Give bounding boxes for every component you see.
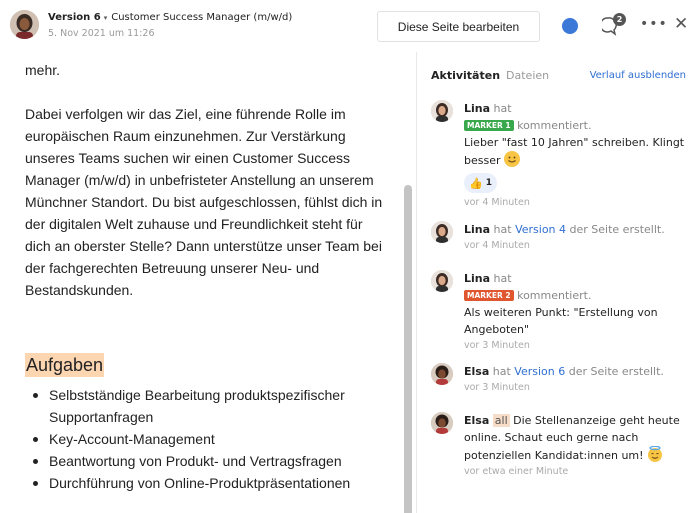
mention-tag[interactable]: all bbox=[492, 414, 510, 427]
avatar-icon bbox=[431, 363, 453, 385]
version-selector[interactable]: Version 6 ▾ Customer Success Manager (m/w/… bbox=[48, 12, 292, 23]
user-name[interactable]: Lina bbox=[464, 272, 490, 285]
panel-tabs: Aktivitäten Dateien bbox=[431, 69, 549, 82]
timestamp: vor 4 Minuten bbox=[464, 197, 530, 208]
content-scrollbar[interactable] bbox=[404, 185, 412, 513]
avatar-icon bbox=[10, 10, 39, 39]
tab-files[interactable]: Dateien bbox=[506, 69, 549, 82]
version-label[interactable]: Version 6 bbox=[48, 12, 101, 23]
user-name[interactable]: Elsa bbox=[464, 414, 489, 427]
activity-verb: hat bbox=[493, 272, 512, 285]
reaction-count: 1 bbox=[485, 177, 492, 188]
avatar-icon bbox=[431, 221, 453, 243]
list-item: Key-Account-Management bbox=[30, 428, 400, 450]
halo-emoji-icon bbox=[647, 445, 663, 462]
thumbs-up-icon: 👍 bbox=[469, 176, 483, 190]
activity-entry: Lina hat MARKER 2 kommentiert. Als weite… bbox=[431, 270, 693, 353]
version-link[interactable]: Version 4 bbox=[515, 223, 566, 236]
user-name[interactable]: Lina bbox=[464, 102, 490, 115]
activity-verb: hat bbox=[492, 365, 511, 378]
comment-count-badge: 2 bbox=[613, 13, 626, 26]
activity-entry: Elsa hat Version 6 der Seite erstellt. v… bbox=[431, 363, 693, 395]
comment-text: Lieber "fast 10 Jahren" schreiben. Kling… bbox=[464, 136, 685, 167]
list-item: Beantwortung von Produkt- und Vertragsfr… bbox=[30, 450, 400, 472]
status-indicator[interactable] bbox=[562, 18, 578, 34]
smile-emoji-icon bbox=[504, 151, 521, 167]
tab-activities[interactable]: Aktivitäten bbox=[431, 69, 500, 82]
activity-action: kommentiert. bbox=[517, 289, 592, 302]
list-item: Selbstständige Bearbeitung produktspezif… bbox=[30, 384, 400, 428]
content-paragraph: Dabei verfolgen wir das Ziel, eine führe… bbox=[25, 106, 383, 298]
avatar-icon bbox=[431, 412, 453, 434]
timestamp: vor 3 Minuten bbox=[464, 340, 530, 351]
task-list: Selbstständige Bearbeitung produktspezif… bbox=[30, 384, 400, 494]
activity-entry: Lina hat Version 4 der Seite erstellt. v… bbox=[431, 221, 693, 253]
version-date: 5. Nov 2021 um 11:26 bbox=[48, 28, 155, 39]
timestamp: vor 4 Minuten bbox=[464, 240, 530, 251]
marker-badge[interactable]: MARKER 1 bbox=[464, 120, 514, 131]
timestamp: vor 3 Minuten bbox=[464, 382, 530, 393]
reaction-button[interactable]: 👍 1 bbox=[464, 173, 497, 193]
avatar-icon bbox=[431, 100, 453, 122]
activity-action: kommentiert. bbox=[517, 119, 592, 132]
avatar-icon bbox=[431, 270, 453, 292]
timestamp: vor etwa einer Minute bbox=[464, 466, 569, 477]
section-heading[interactable]: Aufgaben bbox=[25, 353, 105, 377]
activity-action: der Seite erstellt. bbox=[569, 223, 665, 236]
close-icon[interactable]: ✕ bbox=[674, 14, 688, 34]
chevron-down-icon[interactable]: ▾ bbox=[104, 14, 108, 22]
page-content: mehr. Dabei verfolgen wir das Ziel, eine… bbox=[0, 52, 404, 513]
activity-entry: Lina hat MARKER 1 kommentiert. Lieber "f… bbox=[431, 100, 693, 210]
list-item: Durchführung von Online-Produktpräsentat… bbox=[30, 472, 400, 494]
top-bar: Version 6 ▾ Customer Success Manager (m/w/… bbox=[0, 0, 700, 52]
user-name[interactable]: Lina bbox=[464, 223, 490, 236]
hide-history-link[interactable]: Verlauf ausblenden bbox=[590, 70, 686, 81]
activity-verb: hat bbox=[493, 102, 512, 115]
edit-page-button[interactable]: Diese Seite bearbeiten bbox=[377, 11, 540, 42]
activity-action: der Seite erstellt. bbox=[568, 365, 664, 378]
page-title: Customer Success Manager (m/w/d) bbox=[111, 12, 293, 23]
version-link[interactable]: Version 6 bbox=[514, 365, 565, 378]
marker-badge[interactable]: MARKER 2 bbox=[464, 290, 514, 301]
content-paragraph: mehr. bbox=[25, 62, 61, 78]
author-avatar[interactable] bbox=[10, 10, 39, 39]
activity-panel: Aktivitäten Dateien Verlauf ausblenden Li… bbox=[416, 52, 700, 513]
comment-text: Als weiteren Punkt: "Erstellung von Ange… bbox=[464, 306, 658, 336]
ellipsis-icon[interactable]: ••• bbox=[640, 16, 668, 32]
activity-entry: Elsa all Die Stellenanzeige geht heute o… bbox=[431, 412, 693, 479]
user-name[interactable]: Elsa bbox=[464, 365, 489, 378]
activity-verb: hat bbox=[493, 223, 512, 236]
comment-text: Elsa all Die Stellenanzeige geht heute o… bbox=[464, 414, 680, 462]
